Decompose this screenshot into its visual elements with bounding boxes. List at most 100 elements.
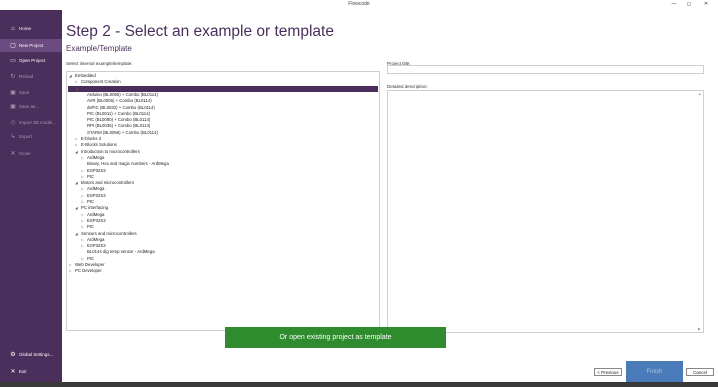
tree-item[interactable]: ▷ Web Developer: [69, 262, 105, 268]
tree-item[interactable]: ▷ ESP32S3: [81, 168, 106, 174]
tree-item-label: PIC (BL0011) + Combo (BL0114): [87, 110, 151, 116]
sidebar: ⚙ Global Settings... ✕ Exit ⌂ Home ▢ New Pr…: [0, 10, 62, 382]
description-textbox[interactable]: ▲ ▶ ◀: [387, 90, 704, 333]
tree-item[interactable]: BL0144 dig temp sensor - ArdMega: [81, 249, 155, 255]
tree-item-label: ArdMega: [87, 186, 105, 192]
tree-item[interactable]: RPI (BL0036) + Combo (BL0114): [81, 123, 150, 129]
sidebar-item-save[interactable]: ▣ Save: [0, 86, 62, 99]
tree-item-label: PIC: [87, 255, 95, 261]
maximize-icon[interactable]: ◻: [683, 1, 695, 7]
tree-item[interactable]: ◢ Introduction to microcontrollers: [75, 149, 140, 155]
tree-item[interactable]: ▷ ArdMega: [81, 155, 104, 161]
tree-item[interactable]: AVR (BL0006) + Combo (BL0114): [81, 98, 152, 104]
exit-icon: ✕: [10, 369, 16, 375]
tree-item[interactable]: ▷ PIC: [81, 224, 94, 230]
tree-item[interactable]: ▷ ESP32S3: [81, 218, 106, 224]
sidebar-item-label: Open Project: [19, 58, 46, 63]
tree-item-label: BL0144 dig temp sensor - ArdMega: [87, 249, 155, 255]
tree-item-label: E-blocks 3: [81, 136, 102, 141]
title-bar: Flowcode — ◻ ✕: [0, 0, 718, 10]
sidebar-item-import-3d-model[interactable]: ◇ Import 3D model...: [0, 116, 62, 129]
description-label: Detailed description:: [387, 84, 428, 89]
home-icon: ⌂: [11, 25, 15, 32]
tree-item[interactable]: ▷ ESP32S3: [81, 193, 106, 199]
exit-label: Exit: [19, 369, 27, 374]
tree-item-label: RPI (BL0036) + Combo (BL0114): [87, 123, 151, 129]
tree-item[interactable]: STARM (BL0056) + Combo (BL0114): [81, 130, 158, 136]
tree-item-label: ESP32S3: [87, 243, 106, 249]
sidebar-item-close[interactable]: ✕ Close: [0, 147, 62, 160]
save-as-icon: ▣: [10, 104, 16, 110]
tree-item[interactable]: PIC (BL0080) + Combo (BL0114): [81, 117, 150, 123]
tree-item-label: Component Creation: [81, 79, 121, 85]
expanded-arrow-icon[interactable]: ◢: [75, 86, 81, 92]
tree-item-label: PC Developer: [75, 268, 102, 274]
scroll-right-icon[interactable]: ▶: [698, 327, 701, 331]
minimize-icon[interactable]: —: [668, 1, 680, 7]
tree-item[interactable]: ▷ ArdMega: [81, 212, 104, 218]
save-icon: ▣: [10, 90, 16, 96]
page-title: Step 2 - Select an example or template: [66, 23, 334, 40]
sidebar-item-open-project[interactable]: ▭ Open Project: [0, 54, 62, 67]
tree-item-label: ArdMega: [87, 236, 105, 242]
tree-item[interactable]: ▷ E-blocks 3: [75, 136, 101, 142]
taskbar-strip: [0, 382, 718, 387]
tree-item[interactable]: ▷ ESP32S3: [81, 243, 106, 249]
tree-item[interactable]: ◢ Motors and microcontrollers: [75, 180, 134, 186]
tree-item-label: E-Blocks Solutions: [81, 142, 117, 148]
tree-item-label: PIC: [87, 173, 95, 179]
global-settings-label: Global Settings...: [19, 352, 54, 357]
exit-button[interactable]: ✕ Exit: [0, 365, 62, 378]
new-project-icon: ▢: [10, 43, 16, 49]
tree-item[interactable]: ◢ Embedded: [69, 73, 96, 79]
tree-item[interactable]: ◢ PC interfacing: [75, 205, 108, 211]
template-tree[interactable]: ◢ Embedded ▷ Component Creation ◢ Arduino (BL…: [66, 71, 380, 331]
tree-item[interactable]: ▷ E-Blocks Solutions: [75, 142, 117, 148]
tree-item[interactable]: ▷ PIC: [81, 199, 94, 205]
close-window-icon[interactable]: ✕: [700, 1, 712, 7]
tree-item[interactable]: ▷ PIC: [81, 256, 94, 262]
scroll-up-icon[interactable]: ▲: [698, 92, 701, 96]
tree-item[interactable]: ▷ ArdMega: [81, 186, 104, 192]
cancel-button[interactable]: Cancel: [686, 368, 714, 376]
tree-item[interactable]: ▷ PIC: [81, 174, 94, 180]
tree-item-label: PIC: [87, 199, 95, 204]
sidebar-item-save-as[interactable]: ▣ Save as...: [0, 100, 62, 113]
tree-item-label: Arduino (BL0055) + Combo (BL0114): [87, 91, 158, 97]
tree-item[interactable]: ◢ Sensors and microcontrollers: [75, 231, 137, 237]
sidebar-item-new-project[interactable]: ▢ New Project: [0, 39, 62, 52]
tree-item-label: ArdMega: [87, 211, 105, 217]
tree-item[interactable]: PIC (BL0011) + Combo (BL0114): [81, 111, 150, 117]
sidebar-item-label: New Project: [19, 43, 44, 48]
sidebar-item-label: Export: [19, 134, 33, 139]
tree-item-label: Embedded: [75, 73, 96, 78]
project-title-input[interactable]: [387, 65, 704, 74]
tree-item-label: Web Developer: [75, 262, 105, 267]
tree-item[interactable]: ◢: [68, 85, 378, 92]
tree-item-label: PIC: [87, 224, 95, 230]
tree-item-label: ESP32S3: [87, 192, 106, 198]
tree-label: Select internal example/template:: [66, 61, 133, 66]
tree-item-label: STARM (BL0056) + Combo (BL0114): [87, 129, 158, 135]
tree-item[interactable]: dsPIC (BL0032) + Combo (BL0114): [81, 105, 155, 111]
sidebar-item-reload[interactable]: ↻ Reload: [0, 70, 62, 83]
sidebar-item-label: Save as...: [19, 104, 40, 109]
window-title: Flowcode: [348, 1, 370, 7]
tree-item[interactable]: Binary, Hex and magic numbers - ArdMega: [81, 161, 169, 167]
open-folder-icon: ▭: [10, 58, 16, 64]
sidebar-item-label: Home: [19, 26, 32, 31]
finish-button[interactable]: Finish: [626, 361, 683, 382]
tree-item[interactable]: Arduino (BL0055) + Combo (BL0114): [81, 92, 158, 98]
tree-item-label: ArdMega: [87, 154, 105, 160]
tree-item[interactable]: ▷ PC Developer: [69, 268, 102, 274]
tree-item[interactable]: ▷ ArdMega: [81, 237, 104, 243]
close-icon: ✕: [10, 151, 16, 157]
tree-item-label: Binary, Hex and magic numbers - ArdMega: [87, 161, 169, 167]
sidebar-item-export[interactable]: ↳ Export: [0, 130, 62, 143]
global-settings-button[interactable]: ⚙ Global Settings...: [0, 348, 62, 361]
previous-button[interactable]: < Previous: [594, 368, 622, 376]
open-existing-project-button[interactable]: Or open existing project as template: [225, 327, 446, 348]
tree-item[interactable]: ▷ Component Creation: [75, 79, 121, 85]
tree-item-label: AVR (BL0006) + Combo (BL0114): [87, 98, 152, 104]
sidebar-item-home[interactable]: ⌂ Home: [0, 22, 62, 35]
